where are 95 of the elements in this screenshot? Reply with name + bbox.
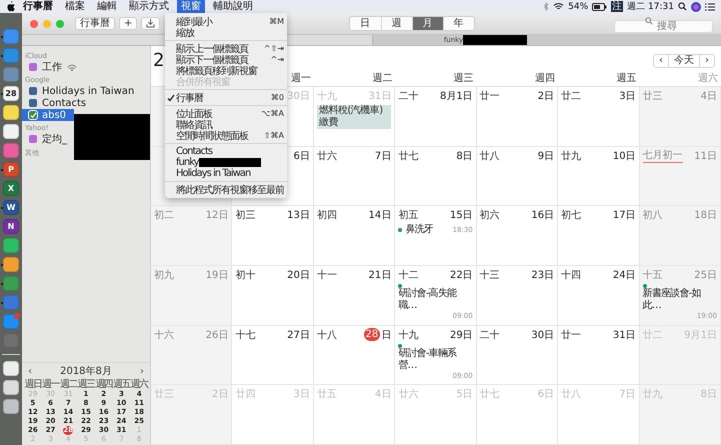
day-number: 20日: [287, 269, 310, 282]
lunar-date: 十三: [480, 268, 500, 282]
day-number: 18日: [694, 209, 717, 222]
day-number: 8月1日: [440, 90, 473, 103]
day-number: 26日: [206, 328, 228, 342]
weekday-header: 週五: [616, 73, 637, 84]
day-number: 7日: [619, 388, 636, 402]
weekday-header: 週一: [290, 73, 311, 84]
day-number: 21日: [368, 269, 392, 282]
lunar-date: 初六: [480, 208, 500, 222]
lunar-date: 廿六: [398, 388, 418, 402]
weekday-label: 週四: [94, 379, 113, 390]
weekday-label: 週一: [42, 379, 60, 390]
day-number: 23日: [531, 269, 554, 282]
day-number: 27日: [287, 328, 310, 342]
day-number: 24日: [612, 269, 636, 282]
day-number: 17日: [612, 209, 636, 222]
lunar-date: 十八: [316, 328, 337, 342]
lunar-date: 初十: [235, 268, 256, 282]
lunar-date: 初二: [154, 208, 174, 222]
lunar-date: 十一: [316, 268, 337, 282]
lunar-date: 初七: [561, 208, 582, 222]
day-number: 3日: [619, 90, 636, 103]
lunar-date: 七月初一: [642, 148, 683, 164]
lunar-date: 十七: [235, 328, 256, 342]
day-number: 5日: [456, 388, 473, 402]
day-number: 8日: [456, 150, 473, 163]
day-number: 30日: [531, 328, 554, 342]
lunar-date: 初五: [398, 208, 418, 222]
day-number: 31日: [368, 90, 392, 103]
lunar-date: 十九: [398, 328, 418, 342]
day-number: 10日: [612, 150, 636, 163]
weekday-header: 週四: [535, 73, 556, 84]
day-number: 7日: [374, 150, 392, 163]
day-number: 4日: [700, 90, 717, 103]
lunar-date: 廿三: [154, 388, 174, 402]
today-marker: 28: [364, 328, 380, 342]
day-number: 25日: [694, 269, 717, 282]
day-number: 19日: [206, 269, 228, 282]
day-number: 31日: [612, 328, 636, 342]
day-number: 14日: [368, 209, 392, 222]
lunar-date: 廿九: [561, 150, 582, 163]
weekday-label: 週五: [112, 379, 130, 390]
day-number: 8日: [700, 388, 717, 402]
weekday-header: 週三: [454, 73, 474, 84]
lunar-date: 初八: [642, 208, 663, 222]
lunar-date: 廿八: [561, 388, 582, 402]
day-number: 15日: [450, 209, 473, 222]
day-number: 29日: [450, 328, 473, 342]
weekday-label: 週二: [59, 379, 78, 390]
weekday-header: 週二: [372, 73, 392, 84]
day-number: 4日: [374, 388, 392, 402]
lunar-date: 二十: [398, 90, 418, 103]
day-number: 30日: [287, 90, 310, 103]
lunar-date: 初三: [235, 208, 256, 222]
lunar-date: 二十: [480, 328, 500, 342]
day-number: 9日: [538, 150, 554, 163]
lunar-date: 十六: [154, 328, 174, 342]
lunar-date: 廿二: [642, 328, 663, 342]
lunar-date: 廿二: [561, 90, 582, 103]
lunar-date: 廿三: [642, 90, 663, 103]
weekday-header: 週六: [698, 73, 718, 84]
day-number: 16日: [531, 209, 554, 222]
lunar-date: 廿八: [480, 150, 500, 163]
day-number: 9月1日: [684, 328, 717, 342]
day-number: 2日: [538, 90, 554, 103]
lunar-date: 十二: [398, 268, 418, 282]
lunar-date: 廿一: [561, 328, 582, 342]
mini-calendar-title: 2018年8月: [60, 365, 112, 378]
day-number: 13日: [287, 209, 310, 222]
lunar-date: 初九: [154, 268, 174, 282]
lunar-date: 廿七: [480, 388, 500, 402]
day-number: 11日: [694, 150, 717, 163]
lunar-date: 廿七: [398, 150, 418, 163]
day-number: 6日: [538, 388, 554, 402]
day-number: 12日: [206, 209, 228, 222]
day-number: 22日: [450, 269, 473, 282]
lunar-date: 廿九: [642, 388, 663, 402]
lunar-date: 十九: [316, 90, 337, 103]
lunar-date: 廿六: [316, 150, 337, 163]
month-title: 2: [153, 50, 164, 72]
weekday-label: 週六: [130, 379, 148, 390]
weekday-label: 週三: [77, 379, 95, 390]
lunar-date: 廿四: [235, 388, 256, 402]
day-suffix: 日: [381, 328, 392, 342]
day-number: 6日: [293, 150, 310, 163]
lunar-date: 十五: [642, 268, 663, 282]
lunar-date: 初四: [316, 208, 337, 222]
day-number: 3日: [293, 388, 310, 402]
lunar-date: 廿五: [316, 388, 337, 402]
lunar-date: 十四: [561, 268, 582, 282]
lunar-date: 廿一: [480, 90, 500, 103]
battery-percentage: 54%: [568, 2, 588, 12]
weekday-label: 週日: [24, 379, 42, 390]
day-number: 2日: [212, 388, 228, 402]
